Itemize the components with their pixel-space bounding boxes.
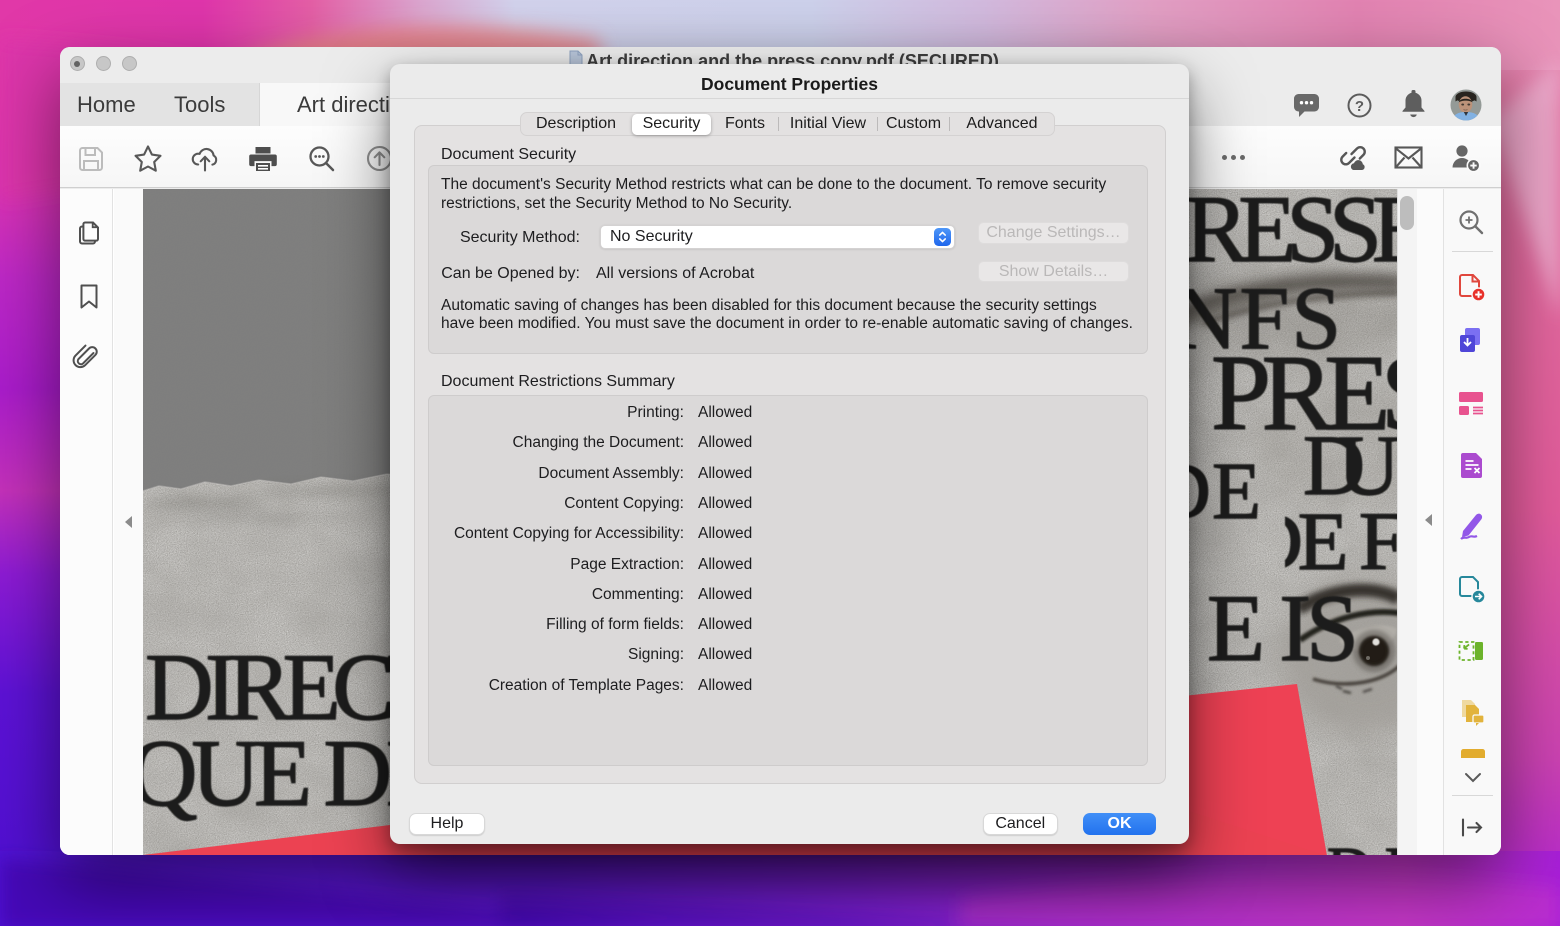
svg-text:RESSE: RESSE: [1185, 189, 1397, 282]
svg-text:DI: DI: [1327, 836, 1397, 855]
svg-text:?: ?: [1355, 98, 1364, 115]
svg-text:E IS: E IS: [1207, 575, 1359, 681]
